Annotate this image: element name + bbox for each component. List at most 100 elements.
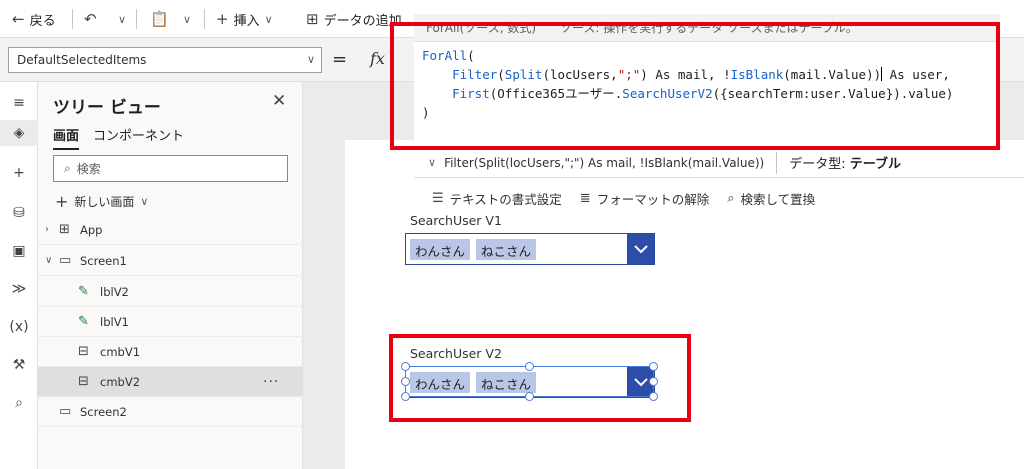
- tree-node-label: Screen1: [80, 253, 127, 268]
- database-add-icon: ⊞: [306, 10, 319, 28]
- resize-handle[interactable]: [525, 392, 534, 401]
- arrow-left-icon: ←: [12, 10, 25, 28]
- variables-icon[interactable]: (x): [0, 314, 38, 340]
- resize-handle[interactable]: [401, 362, 410, 371]
- resize-handle[interactable]: [401, 377, 410, 386]
- remove-format-button[interactable]: ≣ フォーマットの解除: [580, 189, 709, 208]
- data-type-prefix: データ型:: [789, 157, 846, 172]
- property-dropdown[interactable]: DefaultSelectedItems ∨: [8, 47, 322, 73]
- paste-dropdown[interactable]: ∨: [183, 0, 191, 38]
- power-automate-icon[interactable]: ≫: [0, 276, 38, 302]
- label-edit-icon: ✎: [78, 284, 89, 299]
- remove-format-icon: ≣: [579, 190, 591, 206]
- code-token: ): [422, 105, 430, 120]
- plus-icon: +: [216, 10, 229, 28]
- tree-node-cmbv1[interactable]: ⊟ cmbV1: [38, 337, 303, 367]
- tree-node-label: App: [80, 222, 103, 237]
- chevron-down-icon: ∨: [118, 12, 127, 26]
- chevron-right-icon[interactable]: ›: [45, 224, 49, 235]
- code-token: (locUsers,: [542, 67, 618, 82]
- property-value: DefaultSelectedItems: [17, 53, 147, 67]
- insert-label: 挿入: [233, 13, 260, 29]
- back-button[interactable]: ← 戻る: [12, 0, 56, 38]
- code-token: (: [497, 67, 505, 82]
- tree-view-panel: ツリー ビュー ✕ 画面 コンポーネント ⌕ 検索 + 新しい画面 ∨ › ⊞ …: [38, 82, 303, 469]
- close-icon[interactable]: ✕: [272, 91, 286, 111]
- code-token: Split: [504, 67, 543, 82]
- format-text-label: テキストの書式設定: [449, 191, 562, 207]
- new-screen-button[interactable]: + 新しい画面 ∨: [55, 192, 148, 211]
- equals-sign: =: [332, 49, 348, 70]
- code-token: (: [467, 48, 475, 63]
- format-text-button[interactable]: ☰ テキストの書式設定: [432, 189, 562, 208]
- code-token: First: [452, 86, 490, 101]
- data-icon[interactable]: ⛁: [0, 200, 38, 226]
- back-label: 戻る: [29, 13, 56, 29]
- tree-search-input[interactable]: ⌕ 検索: [53, 155, 288, 182]
- resize-handle[interactable]: [649, 392, 658, 401]
- add-data-label: データの追加: [323, 13, 402, 29]
- tree-node-app[interactable]: › ⊞ App: [38, 215, 303, 245]
- tree-node-cmbv2[interactable]: ⊟ cmbV2 ···: [38, 367, 303, 397]
- tree-tabs: 画面 コンポーネント: [53, 125, 184, 150]
- find-replace-label: 検索して置換: [740, 191, 816, 207]
- screen-icon: ▭: [59, 404, 72, 419]
- find-replace-button[interactable]: ⌕ 検索して置換: [727, 189, 815, 208]
- label-edit-icon: ✎: [78, 314, 89, 329]
- insert-button[interactable]: + 挿入 ∨: [216, 0, 273, 38]
- resize-handle[interactable]: [525, 362, 534, 371]
- combo-v1[interactable]: わんさん ねこさん: [405, 233, 655, 265]
- more-options-icon[interactable]: ···: [263, 374, 279, 390]
- resize-handle[interactable]: [401, 392, 410, 401]
- chevron-down-icon[interactable]: ∨: [45, 255, 52, 266]
- new-screen-label: 新しい画面: [74, 195, 135, 209]
- tree-view-title: ツリー ビュー: [53, 98, 161, 118]
- undo-button[interactable]: ↶: [84, 0, 97, 38]
- signature-param-help: ソース: 操作を実行するデータ ソースまたはテーブル。: [560, 21, 858, 35]
- formula-tools: ☰ テキストの書式設定 ≣ フォーマットの解除 ⌕ 検索して置換: [414, 183, 1024, 213]
- app-icon: ⊞: [59, 222, 70, 237]
- media-icon[interactable]: ▣: [0, 238, 38, 264]
- search-icon[interactable]: ⌕: [0, 390, 38, 416]
- layers-icon[interactable]: ◈: [0, 120, 38, 146]
- tree-node-label: cmbV2: [100, 374, 141, 389]
- formula-editor[interactable]: ForAll( Filter(Split(locUsers,";") As ma…: [414, 42, 1000, 146]
- tab-screens[interactable]: 画面: [53, 125, 80, 150]
- resize-handle[interactable]: [649, 362, 658, 371]
- resize-handle[interactable]: [649, 377, 658, 386]
- formula-signature-bar: ForAll(ソース, 数式) ソース: 操作を実行するデータ ソースまたはテー…: [414, 14, 1000, 42]
- toolbar-divider: [72, 9, 73, 29]
- chevron-down-icon: ∨: [140, 195, 149, 208]
- paste-button[interactable]: 📋: [150, 0, 169, 38]
- hint-divider: [776, 151, 778, 174]
- dropdown-arrow-button[interactable]: [627, 234, 654, 264]
- selected-chip[interactable]: わんさん: [410, 239, 471, 260]
- fx-icon[interactable]: fx: [370, 49, 385, 68]
- tree-node-screen1[interactable]: ∨ ▭ Screen1: [38, 246, 303, 276]
- hamburger-icon[interactable]: ≡: [0, 90, 38, 116]
- chevron-down-icon[interactable]: ∨: [428, 156, 436, 169]
- undo-dropdown[interactable]: ∨: [118, 0, 126, 38]
- chevron-down-icon: ∨: [306, 53, 315, 66]
- tree-node-lblv1[interactable]: ✎ lblV1: [38, 307, 303, 337]
- selected-chip[interactable]: ねこさん: [476, 239, 537, 260]
- advanced-tools-icon[interactable]: ⚒: [0, 352, 38, 378]
- add-data-button[interactable]: ⊞ データの追加: [306, 0, 402, 38]
- combobox-icon: ⊟: [78, 344, 89, 359]
- insert-icon[interactable]: +: [0, 160, 38, 186]
- code-token: ) As mail, !: [640, 67, 731, 82]
- formula-code: ForAll( Filter(Split(locUsers,";") As ma…: [422, 46, 953, 122]
- tree-node-label: cmbV1: [100, 344, 141, 359]
- tree-node-lblv2[interactable]: ✎ lblV2: [38, 277, 303, 307]
- format-text-icon: ☰: [432, 190, 444, 206]
- combobox-icon: ⊟: [78, 374, 89, 389]
- data-type-label: データ型: テーブル: [789, 153, 901, 172]
- formula-type-hint: ∨ Filter(Split(locUsers,";") As mail, !I…: [414, 148, 1024, 178]
- tab-components[interactable]: コンポーネント: [93, 125, 184, 150]
- combo-v1-label: SearchUser V1: [410, 213, 502, 228]
- search-icon: ⌕: [727, 190, 735, 206]
- hint-expression: Filter(Split(locUsers,";") As mail, !IsB…: [444, 155, 765, 170]
- code-token: ({searchTerm:user.Value}).value): [712, 86, 954, 101]
- tree-node-screen2[interactable]: ▭ Screen2: [38, 397, 303, 427]
